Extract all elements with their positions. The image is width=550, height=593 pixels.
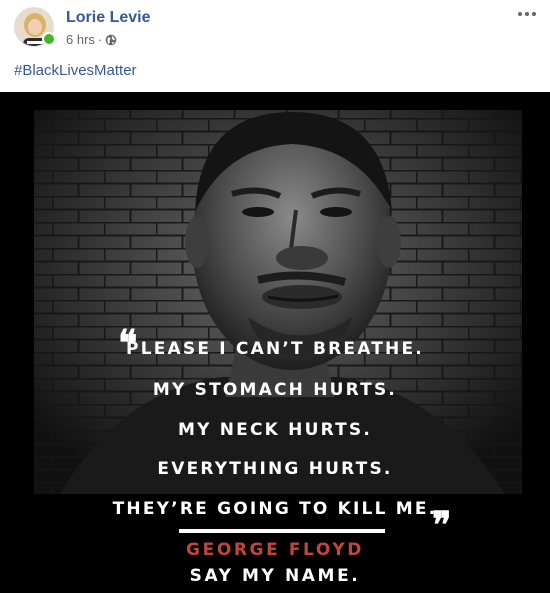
post-timestamp[interactable]: 6 hrs [66,32,95,47]
meta-separator: · [97,32,103,47]
quote-divider [179,529,385,533]
more-options-icon [518,12,522,16]
author-name[interactable]: Lorie Levie [66,9,150,27]
attribution-name: GEORGE FLOYD [186,540,364,560]
more-options-button[interactable] [514,4,540,24]
online-status-dot [42,32,56,46]
quote-line-1: PLEASE I CAN’T BREATHE. [126,339,424,359]
quote-line-2: MY STOMACH HURTS. [152,380,398,400]
post-image[interactable]: ❝ PLEASE I CAN’T BREATHE. MY STOMACH HUR… [0,92,550,593]
quote-line-5: THEY’RE GOING TO KILL ME. [112,499,438,519]
post-header: Lorie Levie 6 hrs · #BlackLivesMatter [0,0,550,92]
tagline: SAY MY NAME. [189,566,361,586]
avatar[interactable] [14,7,56,47]
post-hashtag[interactable]: #BlackLivesMatter [14,62,137,79]
quote-line-3: MY NECK HURTS. [177,420,372,440]
quote-line-4: EVERYTHING HURTS. [157,459,393,479]
close-quote-icon: ❞ [432,504,452,546]
globe-icon[interactable] [105,34,117,46]
post-meta: 6 hrs · [66,32,117,47]
